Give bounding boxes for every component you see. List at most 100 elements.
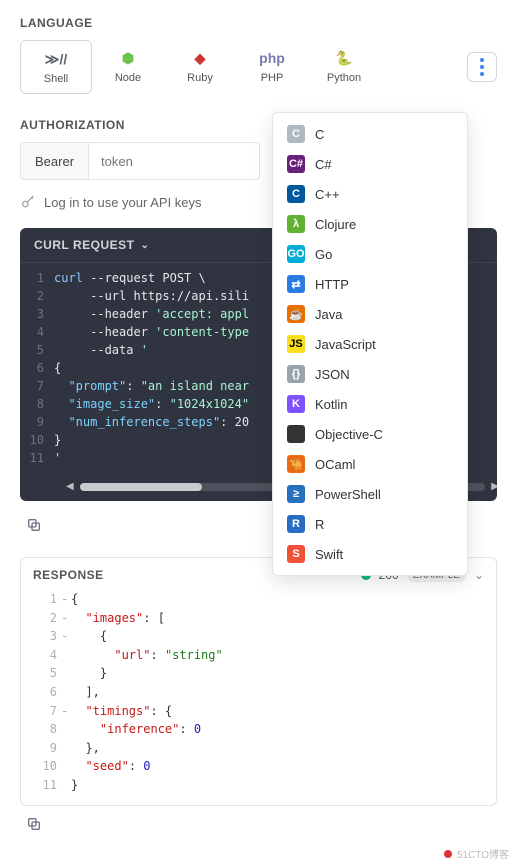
lang-tab-label: Python [327,72,361,84]
line-code: "timings": { [71,702,172,721]
response-line: 8 "inference": 0 [33,720,484,739]
dropdown-item-objective-c[interactable]: Objective-C [273,419,467,449]
dropdown-item-ocaml[interactable]: 🐫OCaml [273,449,467,479]
dropdown-item-javascript[interactable]: JSJavaScript [273,329,467,359]
response-line: 10 "seed": 0 [33,757,484,776]
line-code: ' [54,449,61,467]
dropdown-item-label: C++ [315,187,340,202]
lang-tab-label: Ruby [187,72,213,84]
response-line: 3- { [33,627,484,646]
line-number: 8 [33,720,61,739]
line-number: 10 [20,431,54,449]
lang-icon: R [287,515,305,533]
fold-marker: - [61,609,71,628]
lang-tab-label: PHP [261,72,284,84]
dropdown-item-c-[interactable]: CC++ [273,179,467,209]
more-languages-button[interactable] [467,52,497,82]
lang-icon: JS [287,335,305,353]
auth-token-input[interactable] [89,143,260,179]
line-number: 4 [33,646,61,665]
line-number: 1 [20,269,54,287]
fold-marker: - [61,627,71,646]
shell-icon: ≫// [46,49,66,69]
lang-tab-php[interactable]: php PHP [236,40,308,94]
lang-icon: GO [287,245,305,263]
response-line: 6 ], [33,683,484,702]
line-code: } [71,664,107,683]
fold-marker: - [61,702,71,721]
dropdown-item-label: Objective-C [315,427,383,442]
language-dropdown: CCC#C#CC++λClojureGOGo⇄HTTP☕JavaJSJavaSc… [272,112,468,576]
language-section-label: LANGUAGE [20,16,497,30]
line-number: 7 [33,702,61,721]
watermark-icon [443,849,453,859]
dropdown-item-java[interactable]: ☕Java [273,299,467,329]
lang-icon: C# [287,155,305,173]
lang-tab-shell[interactable]: ≫// Shell [20,40,92,94]
line-code: --url https://api.sili [54,287,249,305]
line-code: "inference": 0 [71,720,201,739]
line-code: --data ' [54,341,148,359]
dropdown-item-label: R [315,517,324,532]
scrollbar-thumb[interactable] [80,483,202,491]
dropdown-item-label: C# [315,157,332,172]
response-line: 2- "images": [ [33,609,484,628]
node-icon: ⬢ [118,48,138,68]
language-tabs: ≫// Shell ⬢ Node ◆Ruby php PHP 🐍Python [20,40,497,94]
lang-tab-ruby[interactable]: ◆Ruby [164,40,236,94]
lang-tab-label: Shell [44,73,68,85]
dropdown-item-label: OCaml [315,457,355,472]
login-hint-text: Log in to use your API keys [44,195,202,210]
lang-icon: C [287,125,305,143]
fold-marker: - [61,590,71,609]
chevron-down-icon[interactable]: ⌄ [474,568,484,582]
auth-scheme-label[interactable]: Bearer [21,143,89,179]
line-number: 7 [20,377,54,395]
dropdown-item-clojure[interactable]: λClojure [273,209,467,239]
line-number: 9 [20,413,54,431]
dropdown-item-powershell[interactable]: ≥ PowerShell [273,479,467,509]
line-code: } [54,431,61,449]
line-number: 6 [20,359,54,377]
line-number: 1 [33,590,61,609]
php-icon: php [262,48,282,68]
line-code: "prompt": "an island near [54,377,249,395]
dropdown-item-http[interactable]: ⇄HTTP [273,269,467,299]
line-number: 3 [20,305,54,323]
line-code: "url": "string" [71,646,223,665]
lang-icon: S [287,545,305,563]
dropdown-item-label: JSON [315,367,350,382]
line-number: 5 [33,664,61,683]
dropdown-item-json[interactable]: {}JSON [273,359,467,389]
lang-tab-python[interactable]: 🐍Python [308,40,380,94]
line-code: }, [71,739,100,758]
response-line: 11} [33,776,484,795]
line-code: "images": [ [71,609,165,628]
dropdown-item-label: PowerShell [315,487,381,502]
dropdown-item-r[interactable]: RR [273,509,467,539]
line-number: 11 [20,449,54,467]
vertical-dots-icon [480,58,484,76]
lang-icon: ≥ [287,485,305,503]
dropdown-item-c-[interactable]: C# C# [273,149,467,179]
dropdown-item-swift[interactable]: SSwift [273,539,467,569]
response-panel: RESPONSE 200 EXAMPLE ⌄ 1-{2- "images": [… [20,557,497,806]
response-line: 1-{ [33,590,484,609]
dropdown-item-go[interactable]: GOGo [273,239,467,269]
copy-button[interactable] [20,511,48,539]
line-number: 11 [33,776,61,795]
lang-tab-label: Node [115,72,141,84]
line-code: --header 'content-type [54,323,249,341]
line-number: 10 [33,757,61,776]
copy-response-button[interactable] [20,810,48,838]
line-number: 5 [20,341,54,359]
line-number: 6 [33,683,61,702]
line-number: 4 [20,323,54,341]
dropdown-item-c[interactable]: CC [273,119,467,149]
lang-tab-node[interactable]: ⬢ Node [92,40,164,94]
response-title: RESPONSE [33,568,104,582]
lang-icon: ☕ [287,305,305,323]
watermark: 51CTO博客 [443,846,509,861]
copy-icon [26,816,42,832]
dropdown-item-kotlin[interactable]: KKotlin [273,389,467,419]
